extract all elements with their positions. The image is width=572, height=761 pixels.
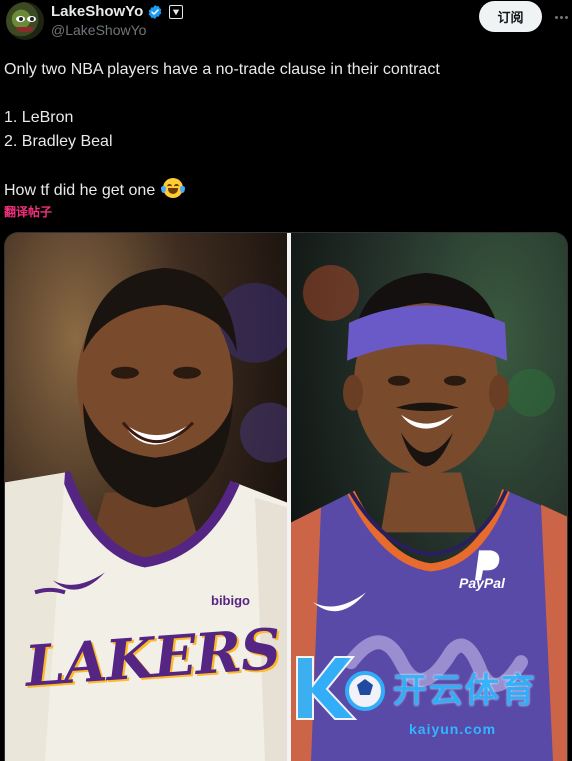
author-avatar[interactable] [6,2,44,40]
tweet-text-line-3: 2. Bradley Beal [4,133,113,150]
tweet-text-line-4-text: How tf did he get one [4,182,156,199]
tweet-text-line-1: Only two NBA players have a no-trade cla… [4,61,440,78]
media-panel-lebron: LAKERS bibigo [5,233,287,761]
watermark-text: 开云体育 [393,670,537,711]
tweet-media-image[interactable]: LAKERS bibigo PayPal 开云体育 kaiyun.com [4,232,568,761]
face-with-tears-of-joy-icon [160,178,185,198]
affiliate-badge-icon[interactable] [169,4,184,19]
verified-badge-icon [148,4,162,19]
bibigo-sponsor-text: bibigo [211,593,250,608]
tweet-header: LakeShowYo @LakeShowYo 订阅 [0,0,572,50]
watermark: 开云体育 [291,649,537,725]
tweet-text-line-2: 1. LeBron [4,109,74,126]
translate-post-link[interactable]: 翻译帖子 [4,203,52,220]
author-handle[interactable]: @LakeShowYo [51,22,146,38]
more-options-icon[interactable] [553,9,569,25]
kaiyun-logo-icon [296,656,385,720]
avatar-eye-right [27,16,36,22]
avatar-eye-left [16,16,25,22]
author-name-row: LakeShowYo [51,3,184,20]
tweet-text-line-4: How tf did he get one [4,178,185,203]
author-display-name[interactable]: LakeShowYo [51,3,143,20]
avatar-mouth [16,27,34,32]
paypal-sponsor-text: PayPal [459,575,505,591]
watermark-subtext: kaiyun.com [409,721,497,737]
subscribe-button[interactable]: 订阅 [479,1,542,32]
